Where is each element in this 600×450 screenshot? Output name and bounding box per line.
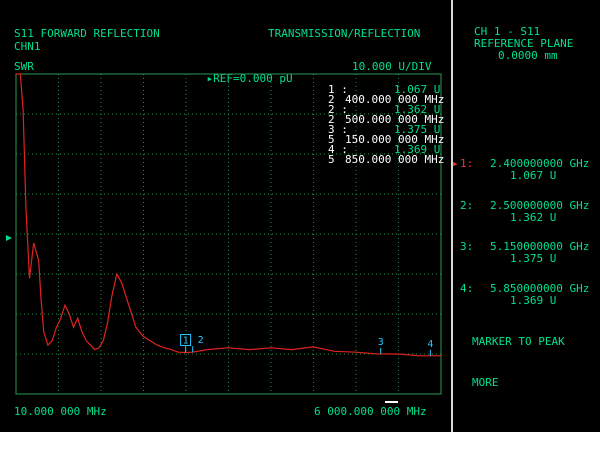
active-marker-icon: ▸ xyxy=(452,157,459,170)
softkey-marker-4-value: 1.369 U xyxy=(510,294,557,307)
softkey-marker-1-label: 1: xyxy=(460,157,474,170)
softkey-marker-4-label: 4: xyxy=(460,282,474,295)
marker-4-label: 4 xyxy=(427,339,433,350)
stop-frequency: 6 000.000 000 MHz xyxy=(314,405,427,418)
marker-4-sub: 5 xyxy=(328,153,335,166)
reference-plane-value: 0.0000 mm xyxy=(498,49,558,62)
more-button[interactable]: MORE xyxy=(472,377,600,389)
marker-to-peak-button[interactable]: MARKER TO PEAK xyxy=(472,336,600,348)
swr-chart: 12 3 4 xyxy=(6,73,442,403)
softkey-marker-1-value: 1.067 U xyxy=(510,169,557,182)
marker-3-label: 3 xyxy=(378,337,384,348)
softkey-marker-2-label: 2: xyxy=(460,199,474,212)
softkey-marker-3-value: 1.375 U xyxy=(510,252,557,265)
marker-symbols: 12 3 4 xyxy=(180,333,433,356)
marker-4-freq: 850.000 000 MHz xyxy=(345,153,445,166)
softkey-marker-3-label: 3: xyxy=(460,240,474,253)
reference-level-icon xyxy=(6,235,12,241)
start-frequency: 10.000 000 MHz xyxy=(14,405,107,418)
vna-screen: S11 FORWARD REFLECTION TRANSMISSION/REFL… xyxy=(0,0,600,432)
softkey-marker-2-value: 1.362 U xyxy=(510,211,557,224)
marker-1-label: 1 xyxy=(183,335,189,346)
softkey-marker-4[interactable]: 4: 5.850000000 GHz 1.369 U xyxy=(452,282,589,343)
marker-2-label: 2 xyxy=(198,335,204,346)
